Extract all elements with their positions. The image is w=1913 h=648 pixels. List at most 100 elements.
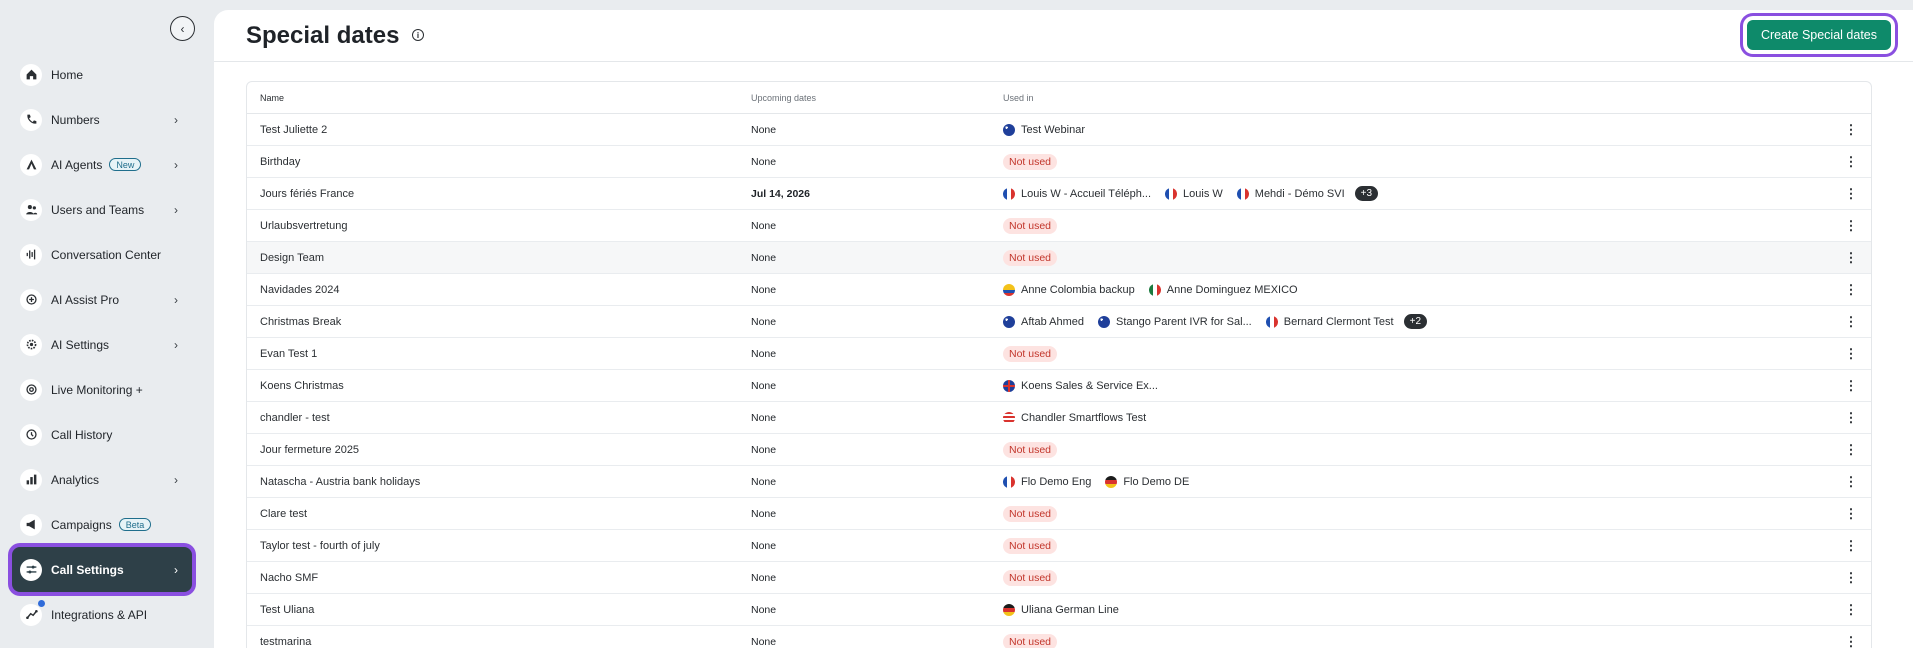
row-menu-icon[interactable]: ⋮ [1831,282,1871,298]
row-menu-icon[interactable]: ⋮ [1831,314,1871,330]
row-menu-icon[interactable]: ⋮ [1831,538,1871,554]
used-in-chip[interactable]: Chandler Smartflows Test [1003,411,1146,424]
used-in-label: Stango Parent IVR for Sal... [1116,315,1252,328]
collapse-sidebar-button[interactable]: ‹ [170,16,195,41]
sidebar-item-ai-assist-pro[interactable]: AI Assist Pro › [12,277,192,322]
sidebar-item-home[interactable]: Home [12,52,192,97]
table-row[interactable]: Koens Christmas None Koens Sales & Service… [247,370,1871,402]
row-menu-icon[interactable]: ⋮ [1831,602,1871,618]
not-used-badge: Not used [1003,345,1058,362]
assist-icon [20,288,42,311]
sidebar-item-ai-agents[interactable]: AI Agents New › [12,142,192,187]
sidebar-item-campaigns[interactable]: Campaigns Beta [12,502,192,547]
table-row[interactable]: chandler - test None Chandler Smartflows T… [247,402,1871,434]
row-menu-icon[interactable]: ⋮ [1831,506,1871,522]
used-in-chip[interactable]: Bernard Clermont Test [1265,315,1394,328]
row-used-in: Anne Colombia backup Anne Dominguez MEXIC… [1003,283,1831,296]
sidebar-item-numbers[interactable]: Numbers › [12,97,192,142]
sidebar-item-users-and-teams[interactable]: Users and Teams › [12,187,192,232]
table-row[interactable]: Nacho SMF None Not used ⋮ [247,562,1871,594]
page-title: Special dates [246,22,400,49]
row-menu-icon[interactable]: ⋮ [1831,410,1871,426]
chevron-right-icon: › [174,337,178,352]
row-menu-icon[interactable]: ⋮ [1831,442,1871,458]
flag-de-icon [1003,603,1015,616]
used-in-chip[interactable]: Anne Dominguez MEXICO [1148,283,1298,296]
table-row[interactable]: Navidades 2024 None Anne Colombia backup An… [247,274,1871,306]
flag-fr-icon [1236,187,1249,200]
table-row[interactable]: Jours fériés France Jul 14, 2026 Louis W -… [247,178,1871,210]
row-used-in: Not used [1003,153,1831,170]
flag-us-icon [1003,411,1015,424]
used-in-chip[interactable]: Mehdi - Démo SVI [1236,187,1345,200]
table-row[interactable]: Birthday None Not used ⋮ [247,146,1871,178]
table-row[interactable]: Design Team None Not used ⋮ [247,242,1871,274]
sidebar-item-call-history[interactable]: Call History [12,412,192,457]
table-row[interactable]: Evan Test 1 None Not used ⋮ [247,338,1871,370]
row-menu-icon[interactable]: ⋮ [1831,346,1871,362]
table-row[interactable]: Christmas Break None Aftab Ahmed Stango Par… [247,306,1871,338]
row-menu-icon[interactable]: ⋮ [1831,570,1871,586]
used-in-chip[interactable]: Aftab Ahmed [1003,315,1084,328]
table-row[interactable]: Test Juliette 2 None Test Webinar ⋮ [247,114,1871,146]
used-in-chip[interactable]: Flo Demo DE [1105,475,1189,488]
phone-icon [20,108,42,131]
column-header-upcoming[interactable]: Upcoming dates [751,93,1003,103]
row-menu-icon[interactable]: ⋮ [1831,186,1871,202]
row-used-in: Louis W - Accueil Téléph... Louis W Mehdi … [1003,186,1831,201]
info-icon[interactable]: i [412,29,424,41]
used-in-label: Louis W - Accueil Téléph... [1021,187,1152,200]
row-name: Urlaubsvertretung [260,219,348,232]
row-upcoming-date: Jul 14, 2026 [751,187,810,200]
row-name: Jours fériés France [260,187,355,200]
table-row[interactable]: Jour fermeture 2025 None Not used ⋮ [247,434,1871,466]
sidebar-item-ai-settings[interactable]: AI Settings › [12,322,192,367]
column-header-name[interactable]: Name [247,93,751,103]
page-header: Special dates i Create Special dates [214,10,1913,62]
sidebar-item-analytics[interactable]: Analytics › [12,457,192,502]
row-menu-icon[interactable]: ⋮ [1831,218,1871,234]
row-menu-icon[interactable]: ⋮ [1831,474,1871,490]
chevron-right-icon: › [174,112,178,127]
used-in-chip[interactable]: Koens Sales & Service Ex... [1003,379,1158,392]
table-row[interactable]: Urlaubsvertretung None Not used ⋮ [247,210,1871,242]
row-name: Clare test [260,507,308,520]
sidebar-item-integrations-api[interactable]: Integrations & API [12,592,192,637]
table-row[interactable]: Natascha - Austria bank holidays None Flo … [247,466,1871,498]
sidebar-item-label: Numbers [51,112,100,127]
sidebar-item-live-monitoring[interactable]: Live Monitoring + [12,367,192,412]
not-used-badge: Not used [1003,249,1058,266]
used-in-label: Mehdi - Démo SVI [1254,187,1345,200]
used-in-label: Koens Sales & Service Ex... [1021,379,1158,392]
row-menu-icon[interactable]: ⋮ [1831,250,1871,266]
sidebar-item-conversation-center[interactable]: Conversation Center [12,232,192,277]
row-menu-icon[interactable]: ⋮ [1831,378,1871,394]
used-in-chip[interactable]: Anne Colombia backup [1003,283,1135,296]
used-in-chip[interactable]: Louis W [1165,187,1223,200]
row-menu-icon[interactable]: ⋮ [1831,634,1871,648]
sidebar-item-label: Users and Teams [51,202,145,217]
column-header-used-in[interactable]: Used in [1003,93,1831,103]
more-count-badge[interactable]: +2 [1403,314,1428,329]
used-in-chip[interactable]: Test Webinar [1003,123,1085,136]
table-row[interactable]: testmarina None Not used ⋮ [247,626,1871,648]
table-row[interactable]: Clare test None Not used ⋮ [247,498,1871,530]
used-in-chip[interactable]: Flo Demo Eng [1003,475,1091,488]
used-in-chip[interactable]: Stango Parent IVR for Sal... [1098,315,1252,328]
used-in-chip[interactable]: Louis W - Accueil Téléph... [1003,187,1152,200]
flag-au-icon [1098,315,1110,328]
create-special-dates-button[interactable]: Create Special dates [1746,20,1891,50]
row-used-in: Koens Sales & Service Ex... [1003,379,1831,392]
flag-fr-icon [1003,187,1015,200]
used-in-label: Test Webinar [1021,123,1085,136]
row-name: Test Juliette 2 [260,123,328,136]
row-menu-icon[interactable]: ⋮ [1831,122,1871,138]
table-row[interactable]: Taylor test - fourth of july None Not used… [247,530,1871,562]
row-upcoming-date: None [751,571,777,584]
row-menu-icon[interactable]: ⋮ [1831,154,1871,170]
more-count-badge[interactable]: +3 [1354,186,1379,201]
sidebar-item-call-settings[interactable]: Call Settings › [12,547,192,592]
used-in-chip[interactable]: Uliana German Line [1003,603,1119,616]
table-row[interactable]: Test Uliana None Uliana German Line ⋮ [247,594,1871,626]
used-in-label: Louis W [1183,187,1223,200]
